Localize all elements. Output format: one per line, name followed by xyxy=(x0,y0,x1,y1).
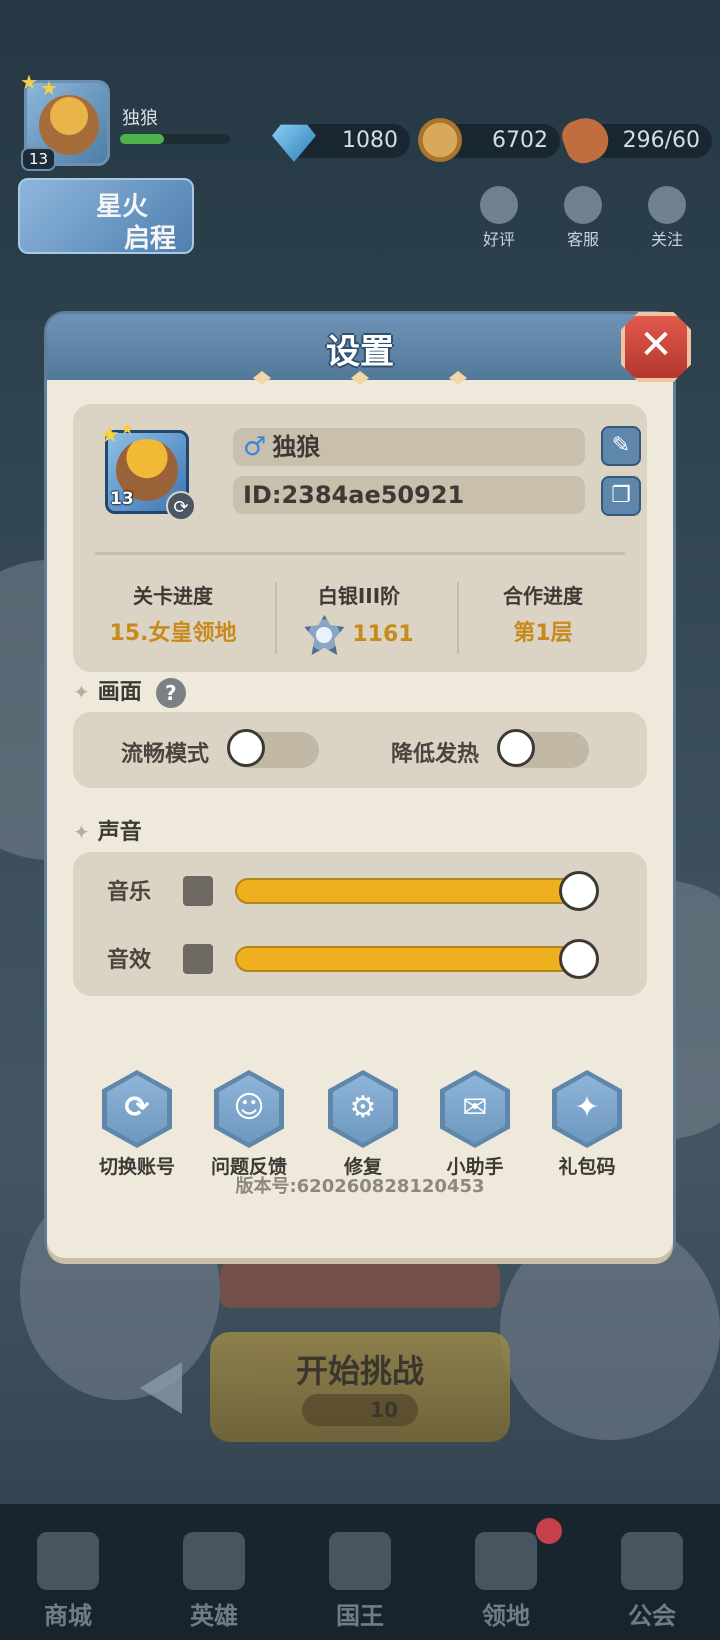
slider-handle[interactable] xyxy=(559,939,599,979)
music-label: 音乐 xyxy=(107,880,152,905)
name-field: ♂ 独狼 xyxy=(233,428,585,466)
gear-repair-icon: ⚙ xyxy=(328,1070,398,1148)
sfx-slider[interactable] xyxy=(235,939,599,979)
star-badge-icon xyxy=(648,186,686,224)
star-icon: ★ xyxy=(120,419,135,438)
reduce-heat-label: 降低发热 xyxy=(391,742,480,767)
graphics-card: 流畅模式 降低发热 xyxy=(73,712,647,788)
graphics-section-title: ✦ 画面? xyxy=(73,674,186,708)
coin-icon xyxy=(418,118,462,162)
nav-shop[interactable]: 商城 xyxy=(8,1532,128,1631)
nav-heroes[interactable]: 英雄 xyxy=(154,1532,274,1631)
feedback-button[interactable]: ☺ 问题反馈 xyxy=(199,1070,299,1179)
copy-id-button[interactable]: ❐ xyxy=(601,476,641,516)
player-portrait xyxy=(39,95,99,155)
sparkle-icon: ✦ xyxy=(73,680,90,704)
modal-title: 设置 xyxy=(326,332,394,372)
star-icon: ★ xyxy=(20,70,38,94)
follow-button[interactable]: 关注 xyxy=(636,186,698,250)
lock-icon xyxy=(621,1532,683,1590)
headset-icon xyxy=(564,186,602,224)
nav-king[interactable]: 国王 xyxy=(300,1532,420,1631)
start-challenge-button[interactable]: 开始挑战 10 xyxy=(210,1332,510,1442)
sound-card: 音乐 音效 xyxy=(73,852,647,996)
music-mute-checkbox[interactable] xyxy=(183,876,213,906)
edit-name-button[interactable]: ✎ xyxy=(601,426,641,466)
header-ornament xyxy=(47,370,673,385)
change-avatar-icon[interactable]: ⟳ xyxy=(166,491,196,521)
shop-icon xyxy=(37,1532,99,1590)
gem-counter[interactable]: 1080 xyxy=(272,124,410,162)
event-banner[interactable]: 星火 启程 xyxy=(18,178,194,254)
sound-section-title: ✦ 声音 xyxy=(73,820,142,845)
coin-counter[interactable]: 6702 xyxy=(418,118,560,162)
profile-avatar[interactable]: 13 ⟳ ★ ★ xyxy=(100,419,196,521)
rank-stat: 白银III阶 1161 xyxy=(269,580,449,655)
repair-button[interactable]: ⚙ 修复 xyxy=(313,1070,413,1179)
sparkle-icon: ✦ xyxy=(73,820,90,844)
help-icon[interactable]: ? xyxy=(155,678,186,708)
helmet-icon xyxy=(183,1532,245,1590)
smooth-mode-label: 流畅模式 xyxy=(121,742,210,767)
assistant-button[interactable]: ✉ 小助手 xyxy=(425,1070,525,1179)
wechat-icon: ✉ xyxy=(440,1070,510,1148)
castle-icon xyxy=(475,1532,537,1590)
close-button[interactable]: ✕ xyxy=(621,312,691,382)
support-button[interactable]: 客服 xyxy=(552,186,614,250)
switch-account-icon: ⟳ xyxy=(102,1070,172,1148)
copy-icon: ❐ xyxy=(611,483,631,508)
sfx-mute-checkbox[interactable] xyxy=(183,944,213,974)
male-icon: ♂ xyxy=(243,432,267,462)
id-field: ID:2384ae50921 xyxy=(233,476,585,514)
music-slider[interactable] xyxy=(235,871,599,911)
start-cost: 10 xyxy=(302,1394,418,1426)
notification-dot xyxy=(536,1518,562,1544)
hud-xp-bar xyxy=(120,134,230,144)
version-number: 版本号:620260828120453 xyxy=(235,1176,485,1197)
star-icon: ★ xyxy=(100,423,120,448)
rank-badge-icon xyxy=(304,615,345,655)
nav-territory[interactable]: 领地 xyxy=(446,1532,566,1631)
divider xyxy=(95,552,625,555)
hud-player-name: 独狼 xyxy=(122,108,158,129)
coop-progress: 合作进度 第1层 xyxy=(503,584,583,646)
close-icon: ✕ xyxy=(639,322,673,368)
thumbs-up-icon xyxy=(480,186,518,224)
gift-icon: ✦ xyxy=(552,1070,622,1148)
profile-level: 13 xyxy=(110,489,134,509)
stamina-counter[interactable]: 296/60 xyxy=(557,111,712,169)
hud-level-badge: 13 xyxy=(21,147,57,171)
pencil-icon: ✎ xyxy=(611,433,631,458)
nav-guild[interactable]: 公会 xyxy=(592,1532,712,1631)
gift-code-button[interactable]: ✦ 礼包码 xyxy=(537,1070,637,1179)
switch-account-button[interactable]: ⟳ 切换账号 xyxy=(87,1070,187,1179)
feedback-icon: ☺ xyxy=(214,1070,284,1148)
bottom-nav: 商城 英雄 国王 领地 公会 xyxy=(0,1504,720,1640)
arrow-left-icon[interactable] xyxy=(140,1362,182,1414)
profile-card: 13 ⟳ ★ ★ ♂ 独狼 ✎ ID:2384ae50921 ❐ 关卡进度 15.… xyxy=(73,404,647,672)
settings-modal: 设置 13 ⟳ ★ ★ ♂ 独狼 ✎ ID:2384ae50921 ❐ 关卡进度 … xyxy=(47,314,673,1258)
chest-row xyxy=(220,1262,500,1308)
smooth-mode-toggle[interactable] xyxy=(227,729,319,768)
reduce-heat-toggle[interactable] xyxy=(497,729,589,768)
star-icon: ★ xyxy=(40,76,58,100)
stage-progress: 关卡进度 15.女皇领地 xyxy=(109,584,237,646)
sfx-label: 音效 xyxy=(107,948,152,973)
rate-button[interactable]: 好评 xyxy=(468,186,530,250)
crown-icon xyxy=(329,1532,391,1590)
slider-handle[interactable] xyxy=(559,871,599,911)
